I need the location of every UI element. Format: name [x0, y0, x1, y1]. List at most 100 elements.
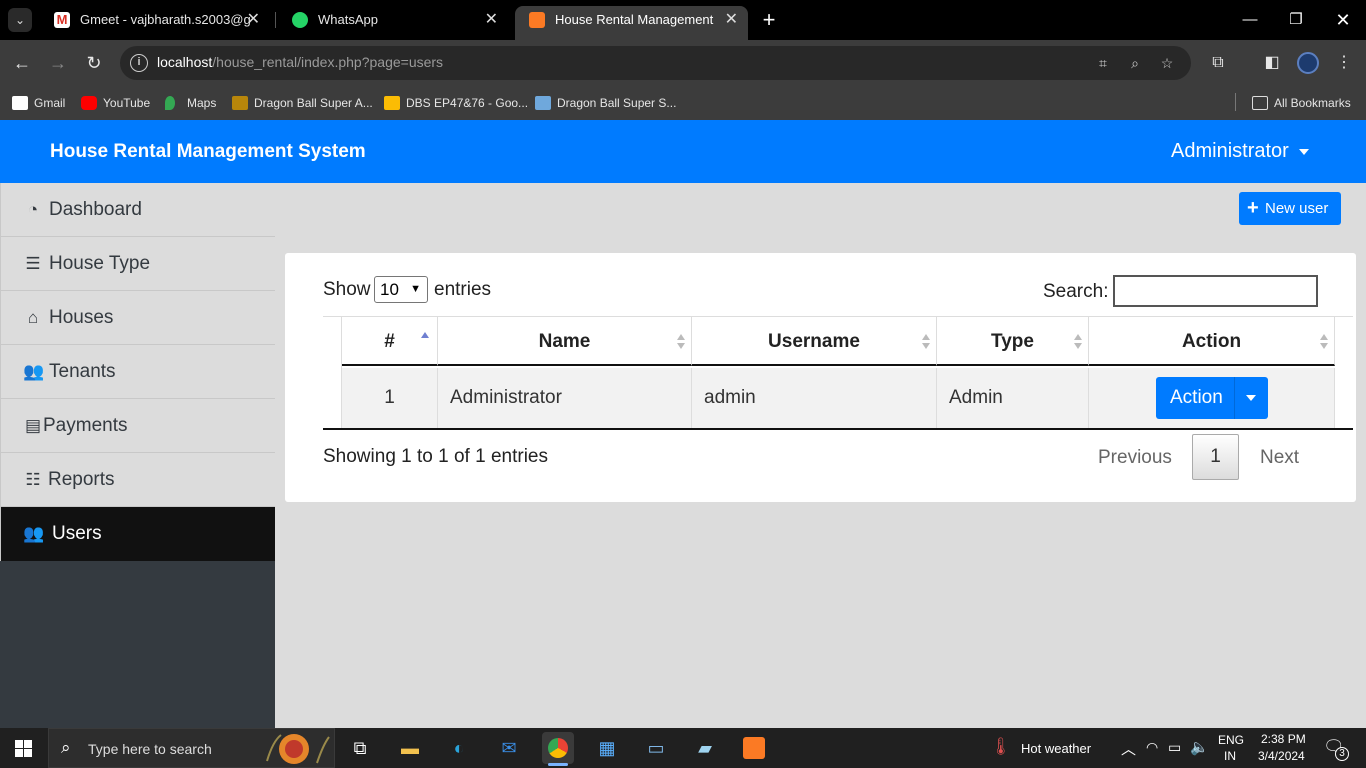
list-icon: ☰	[25, 254, 41, 273]
remote-desktop-icon[interactable]: ▭	[640, 732, 672, 764]
forward-icon[interactable]: →	[46, 51, 70, 75]
search-label: Search:	[1043, 281, 1109, 302]
sidebar-item-label: Dashboard	[49, 199, 142, 220]
sidebar-item-users[interactable]: 👥 Users	[0, 507, 275, 561]
tab-gmeet[interactable]: M Gmeet - vajbharath.s2003@gma ✕	[40, 6, 270, 40]
restore-icon[interactable]: ❐	[1273, 0, 1319, 40]
extensions-icon[interactable]: ⧉	[1207, 52, 1229, 74]
reload-icon[interactable]: ↻	[82, 51, 106, 75]
bookmark-gmail[interactable]: Gmail	[12, 93, 65, 113]
column-header-username[interactable]: Username	[692, 317, 937, 366]
xampp-icon	[529, 12, 545, 28]
image-icon	[535, 96, 551, 110]
bookmark-star-icon[interactable]: ☆	[1158, 54, 1176, 72]
profile-avatar[interactable]	[1297, 52, 1319, 74]
column-header-number[interactable]: #	[342, 317, 438, 366]
app-title: House Rental Management System	[50, 141, 366, 162]
gmail-icon	[12, 96, 28, 110]
taskbar-search[interactable]: ⌕ Type here to search	[48, 728, 335, 768]
table-info: Showing 1 to 1 of 1 entries	[323, 446, 548, 467]
column-header-type[interactable]: Type	[937, 317, 1089, 366]
chrome-icon[interactable]	[542, 732, 574, 766]
sort-asc-icon	[421, 332, 429, 348]
cell-name: Administrator	[438, 368, 692, 428]
clock[interactable]: 2:38 PM 3/4/2024	[1256, 728, 1312, 768]
tab-search-icon[interactable]: ⌄	[8, 8, 32, 32]
maps-icon	[165, 96, 175, 110]
browser-toolbar: ← → ↻ i localhost/house_rental/index.php…	[0, 40, 1366, 86]
xampp-icon[interactable]	[738, 732, 770, 764]
new-user-button[interactable]: + New user	[1239, 192, 1341, 225]
translate-icon[interactable]: ⌗	[1094, 54, 1112, 72]
store-icon[interactable]: ▦	[591, 732, 623, 764]
button-divider	[1234, 377, 1235, 419]
app-header: House Rental Management System Administr…	[0, 120, 1366, 183]
tab-house-rental[interactable]: House Rental Management Syst ✕	[515, 6, 748, 40]
sort-icon	[677, 334, 685, 350]
window-close-icon[interactable]: ✕	[1320, 0, 1366, 40]
pagination-next[interactable]: Next	[1260, 447, 1299, 469]
edge-icon[interactable]: ◐	[443, 732, 475, 764]
file-explorer-icon[interactable]: ▬	[394, 732, 426, 764]
show-label: Show	[323, 279, 371, 300]
sidebar-item-dashboard[interactable]: ◔ Dashboard	[0, 183, 275, 237]
tab-separator	[275, 12, 276, 28]
side-panel-icon[interactable]: ◧	[1261, 52, 1283, 74]
sidebar-item-label: Houses	[49, 307, 114, 328]
new-tab-icon[interactable]: +	[758, 6, 780, 34]
sidebar-item-payments[interactable]: ▤ Payments	[0, 399, 275, 453]
list-alt-icon: ☷	[25, 470, 41, 489]
action-dropdown-button[interactable]: Action	[1156, 377, 1268, 419]
caret-down-icon	[1246, 395, 1256, 401]
close-icon[interactable]: ✕	[725, 6, 738, 34]
pagination-page-1[interactable]: 1	[1192, 434, 1239, 480]
cell-username: admin	[692, 368, 937, 428]
column-header-name[interactable]: Name	[438, 317, 692, 366]
back-icon[interactable]: ←	[10, 51, 34, 75]
bookmark-dragon-ball-1[interactable]: Dragon Ball Super A...	[232, 93, 373, 113]
bookmark-youtube[interactable]: YouTube	[81, 93, 150, 113]
language-indicator[interactable]: ENG IN	[1218, 728, 1244, 768]
windows-taskbar: ⌕ Type here to search ⧉ ▬ ◐ ✉ ▦ ▭ ▰ 🌡 Ho…	[0, 728, 1366, 768]
notepad-icon[interactable]: ▰	[689, 732, 721, 764]
sidebar-item-reports[interactable]: ☷ Reports	[0, 453, 275, 507]
user-menu[interactable]: Administrator	[1171, 140, 1309, 163]
tab-whatsapp[interactable]: WhatsApp ✕	[278, 6, 508, 40]
sort-icon	[1320, 334, 1328, 350]
page-length-select[interactable]: 10 ▼	[374, 276, 428, 303]
minimize-icon[interactable]: —	[1227, 0, 1273, 40]
sidebar-item-houses[interactable]: ⌂ Houses	[0, 291, 275, 345]
all-bookmarks[interactable]: All Bookmarks	[1252, 93, 1351, 113]
users-icon: 👥	[23, 362, 45, 381]
bookmark-dbs-drive[interactable]: DBS EP47&76 - Goo...	[384, 93, 528, 113]
bookmark-maps[interactable]: Maps	[165, 93, 216, 113]
whatsapp-icon	[292, 12, 308, 28]
chevron-up-icon: ︿	[1121, 741, 1137, 758]
mail-icon[interactable]: ✉	[493, 732, 525, 764]
zoom-icon[interactable]: ⌕	[1126, 54, 1144, 72]
table-gutter	[323, 317, 342, 428]
search-input[interactable]	[1113, 275, 1318, 307]
menu-kebab-icon[interactable]: ⋮	[1333, 52, 1355, 74]
drive-icon	[384, 96, 400, 110]
tab-title: Gmeet - vajbharath.s2003@gma	[80, 12, 250, 27]
sidebar-item-tenants[interactable]: 👥 Tenants	[0, 345, 275, 399]
gmail-icon: M	[54, 12, 70, 28]
url-text[interactable]: localhost/house_rental/index.php?page=us…	[157, 54, 443, 70]
sidebar-item-label: House Type	[49, 253, 151, 274]
column-header-action[interactable]: Action	[1089, 317, 1335, 366]
table-bottom-border	[323, 428, 1353, 430]
bookmark-dragon-ball-2[interactable]: Dragon Ball Super S...	[535, 93, 676, 113]
plus-icon: +	[1247, 197, 1259, 219]
close-icon[interactable]: ✕	[485, 6, 498, 34]
site-info-icon[interactable]: i	[130, 54, 148, 72]
address-bar[interactable]: i localhost/house_rental/index.php?page=…	[120, 46, 1191, 80]
windows-start-icon[interactable]	[15, 740, 32, 757]
close-icon[interactable]: ✕	[247, 6, 260, 34]
sidebar-item-label: Payments	[43, 415, 128, 436]
sidebar-item-house-type[interactable]: ☰ House Type	[0, 237, 275, 291]
task-view-icon[interactable]: ⧉	[344, 732, 376, 764]
users-icon: 👥	[23, 524, 45, 543]
pagination-previous[interactable]: Previous	[1098, 447, 1172, 469]
home-icon: ⌂	[27, 308, 39, 327]
